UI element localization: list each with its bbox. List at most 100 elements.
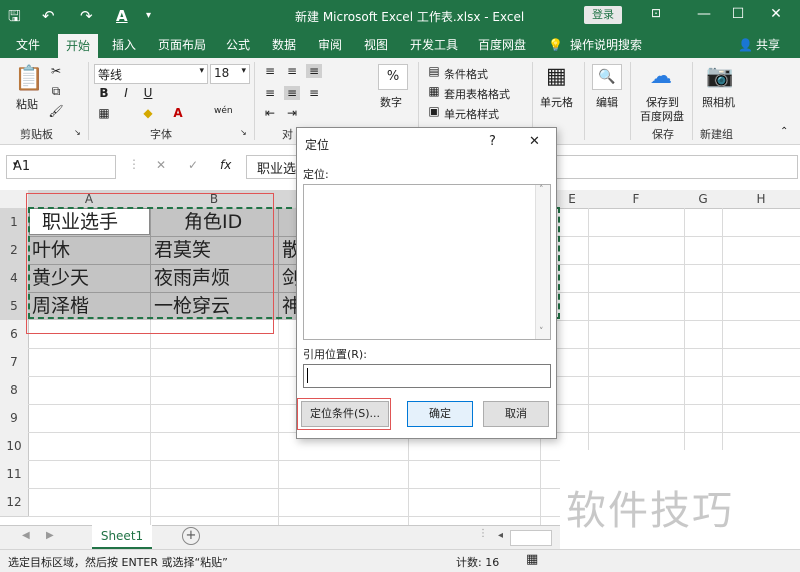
select-all-corner[interactable] bbox=[0, 190, 29, 209]
save-baidu-line2[interactable]: 百度网盘 bbox=[640, 108, 684, 124]
save-icon[interactable]: 🖫 bbox=[8, 6, 21, 26]
align-middle-icon[interactable]: ≡ bbox=[284, 64, 300, 78]
cancel-entry-icon[interactable]: ✕ bbox=[156, 158, 166, 172]
paste-icon[interactable]: 📋 bbox=[14, 64, 44, 92]
tab-file[interactable]: 文件 bbox=[16, 36, 40, 54]
tab-developer[interactable]: 开发工具 bbox=[410, 36, 458, 54]
redo-icon[interactable]: ↷ bbox=[80, 6, 93, 26]
sheet-tab-sheet1[interactable]: Sheet1 bbox=[92, 525, 152, 549]
cells-icon[interactable]: ▦ bbox=[546, 64, 567, 89]
copy-icon[interactable]: ⧉ bbox=[48, 84, 64, 99]
align-left-icon[interactable]: ≡ bbox=[262, 86, 278, 100]
align-right-icon[interactable]: ≡ bbox=[306, 86, 322, 100]
font-name-select[interactable]: 等线 ▾ bbox=[94, 64, 208, 84]
list-scrollbar[interactable]: ˄ ˅ bbox=[535, 185, 550, 339]
baidu-cloud-icon[interactable]: ☁ bbox=[650, 64, 672, 89]
align-bottom-icon[interactable]: ≡ bbox=[306, 64, 322, 78]
tab-baidu-netdisk[interactable]: 百度网盘 bbox=[478, 36, 526, 54]
tab-formulas[interactable]: 公式 bbox=[226, 36, 250, 54]
login-button[interactable]: 登录 bbox=[584, 6, 622, 24]
row-header-9[interactable]: 9 bbox=[0, 404, 29, 433]
close-button[interactable]: ✕ bbox=[766, 6, 786, 22]
paste-button[interactable]: 粘贴 bbox=[16, 96, 38, 112]
undo-icon[interactable]: ↶ bbox=[42, 6, 55, 26]
insert-function-icon[interactable]: fx bbox=[220, 158, 231, 172]
edit-button[interactable]: 编辑 bbox=[596, 94, 618, 110]
number-format-icon[interactable]: % bbox=[378, 64, 408, 90]
font-launcher-icon[interactable]: ↘ bbox=[240, 128, 247, 137]
clipboard-launcher-icon[interactable]: ↘ bbox=[74, 128, 81, 137]
add-sheet-button[interactable]: + bbox=[182, 527, 200, 545]
row-header-6[interactable]: 6 bbox=[0, 320, 29, 349]
confirm-entry-icon[interactable]: ✓ bbox=[188, 158, 198, 172]
underline-button[interactable]: U bbox=[140, 86, 156, 100]
row-header-10[interactable]: 10 bbox=[0, 432, 29, 461]
cell-style-button[interactable]: 单元格样式 bbox=[444, 106, 499, 122]
row-header-11[interactable]: 11 bbox=[0, 460, 29, 489]
scroll-down-icon[interactable]: ˅ bbox=[539, 327, 544, 337]
row-header-7[interactable]: 7 bbox=[0, 348, 29, 377]
border-icon[interactable]: ▦ bbox=[96, 106, 112, 120]
scroll-left-icon[interactable]: ◂ bbox=[498, 530, 503, 541]
cancel-button[interactable]: 取消 bbox=[483, 401, 549, 427]
normal-view-icon[interactable]: ▦ bbox=[526, 552, 538, 567]
prev-sheet-icon[interactable]: ◀ bbox=[22, 530, 30, 541]
share-button[interactable]: 共享 bbox=[756, 36, 780, 54]
column-header-e[interactable]: E bbox=[556, 190, 589, 209]
align-center-icon[interactable]: ≡ bbox=[284, 86, 300, 100]
row-header-5[interactable]: 5 bbox=[0, 292, 29, 321]
cell-style-icon[interactable]: ▣ bbox=[426, 104, 442, 118]
conditional-format-icon[interactable]: ▤ bbox=[426, 64, 442, 78]
collapse-ribbon-icon[interactable]: ⌃ bbox=[780, 126, 788, 137]
row-header-8[interactable]: 8 bbox=[0, 376, 29, 405]
table-format-icon[interactable]: ▦ bbox=[426, 84, 442, 98]
column-header-g[interactable]: G bbox=[684, 190, 723, 209]
gridline bbox=[556, 292, 800, 293]
cut-icon[interactable]: ✂ bbox=[48, 64, 64, 78]
next-sheet-icon[interactable]: ▶ bbox=[46, 530, 54, 541]
camera-button[interactable]: 照相机 bbox=[702, 94, 735, 110]
cells-button[interactable]: 单元格 bbox=[540, 94, 573, 110]
minimize-button[interactable]: — bbox=[694, 6, 714, 22]
search-icon[interactable]: 🔍 bbox=[592, 64, 622, 90]
horizontal-scrollbar[interactable] bbox=[510, 530, 552, 546]
font-size-select[interactable]: 18 ▾ bbox=[210, 64, 250, 84]
tell-me-search[interactable]: 操作说明搜索 bbox=[570, 36, 642, 54]
goto-list[interactable]: ˄ ˅ bbox=[303, 184, 551, 340]
camera-icon[interactable]: 📷 bbox=[706, 64, 733, 89]
conditional-format-button[interactable]: 条件格式 bbox=[444, 66, 488, 82]
tab-data[interactable]: 数据 bbox=[272, 36, 296, 54]
scroll-up-icon[interactable]: ˄ bbox=[539, 185, 544, 195]
customize-quick-access-icon[interactable]: ▾ bbox=[146, 6, 151, 26]
tab-home[interactable]: 开始 bbox=[58, 34, 99, 58]
row-header-12[interactable]: 12 bbox=[0, 488, 29, 517]
reference-input[interactable] bbox=[303, 364, 551, 388]
name-box[interactable]: A1 ▾ bbox=[6, 155, 116, 179]
italic-button[interactable]: I bbox=[118, 86, 134, 100]
tab-review[interactable]: 审阅 bbox=[318, 36, 342, 54]
dialog-close-button[interactable]: ✕ bbox=[529, 134, 540, 149]
align-top-icon[interactable]: ≡ bbox=[262, 64, 278, 78]
increase-indent-icon[interactable]: ⇥ bbox=[284, 106, 300, 120]
row-header-1[interactable]: 1 bbox=[0, 208, 29, 237]
row-header-4[interactable]: 4 bbox=[0, 264, 29, 293]
column-header-f[interactable]: F bbox=[588, 190, 685, 209]
ribbon-display-options-icon[interactable]: ⊡ bbox=[646, 6, 666, 20]
tab-page-layout[interactable]: 页面布局 bbox=[158, 36, 206, 54]
column-header-h[interactable]: H bbox=[722, 190, 800, 209]
table-format-button[interactable]: 套用表格格式 bbox=[444, 86, 510, 102]
tab-insert[interactable]: 插入 bbox=[112, 36, 136, 54]
row-header-2[interactable]: 2 bbox=[0, 236, 29, 265]
number-group-button[interactable]: 数字 bbox=[380, 94, 402, 110]
help-button[interactable]: ? bbox=[489, 134, 496, 149]
restore-button[interactable]: ☐ bbox=[728, 6, 748, 22]
font-color-quick-icon[interactable]: A bbox=[116, 6, 128, 26]
tab-view[interactable]: 视图 bbox=[364, 36, 388, 54]
format-painter-icon[interactable]: 🖌 bbox=[48, 104, 64, 118]
phonetic-button[interactable]: wén bbox=[214, 106, 233, 116]
font-color-icon[interactable]: A bbox=[170, 106, 186, 120]
ok-button[interactable]: 确定 bbox=[407, 401, 473, 427]
bold-button[interactable]: B bbox=[96, 86, 112, 100]
decrease-indent-icon[interactable]: ⇤ bbox=[262, 106, 278, 120]
fill-color-icon[interactable]: ◆ bbox=[140, 106, 156, 120]
